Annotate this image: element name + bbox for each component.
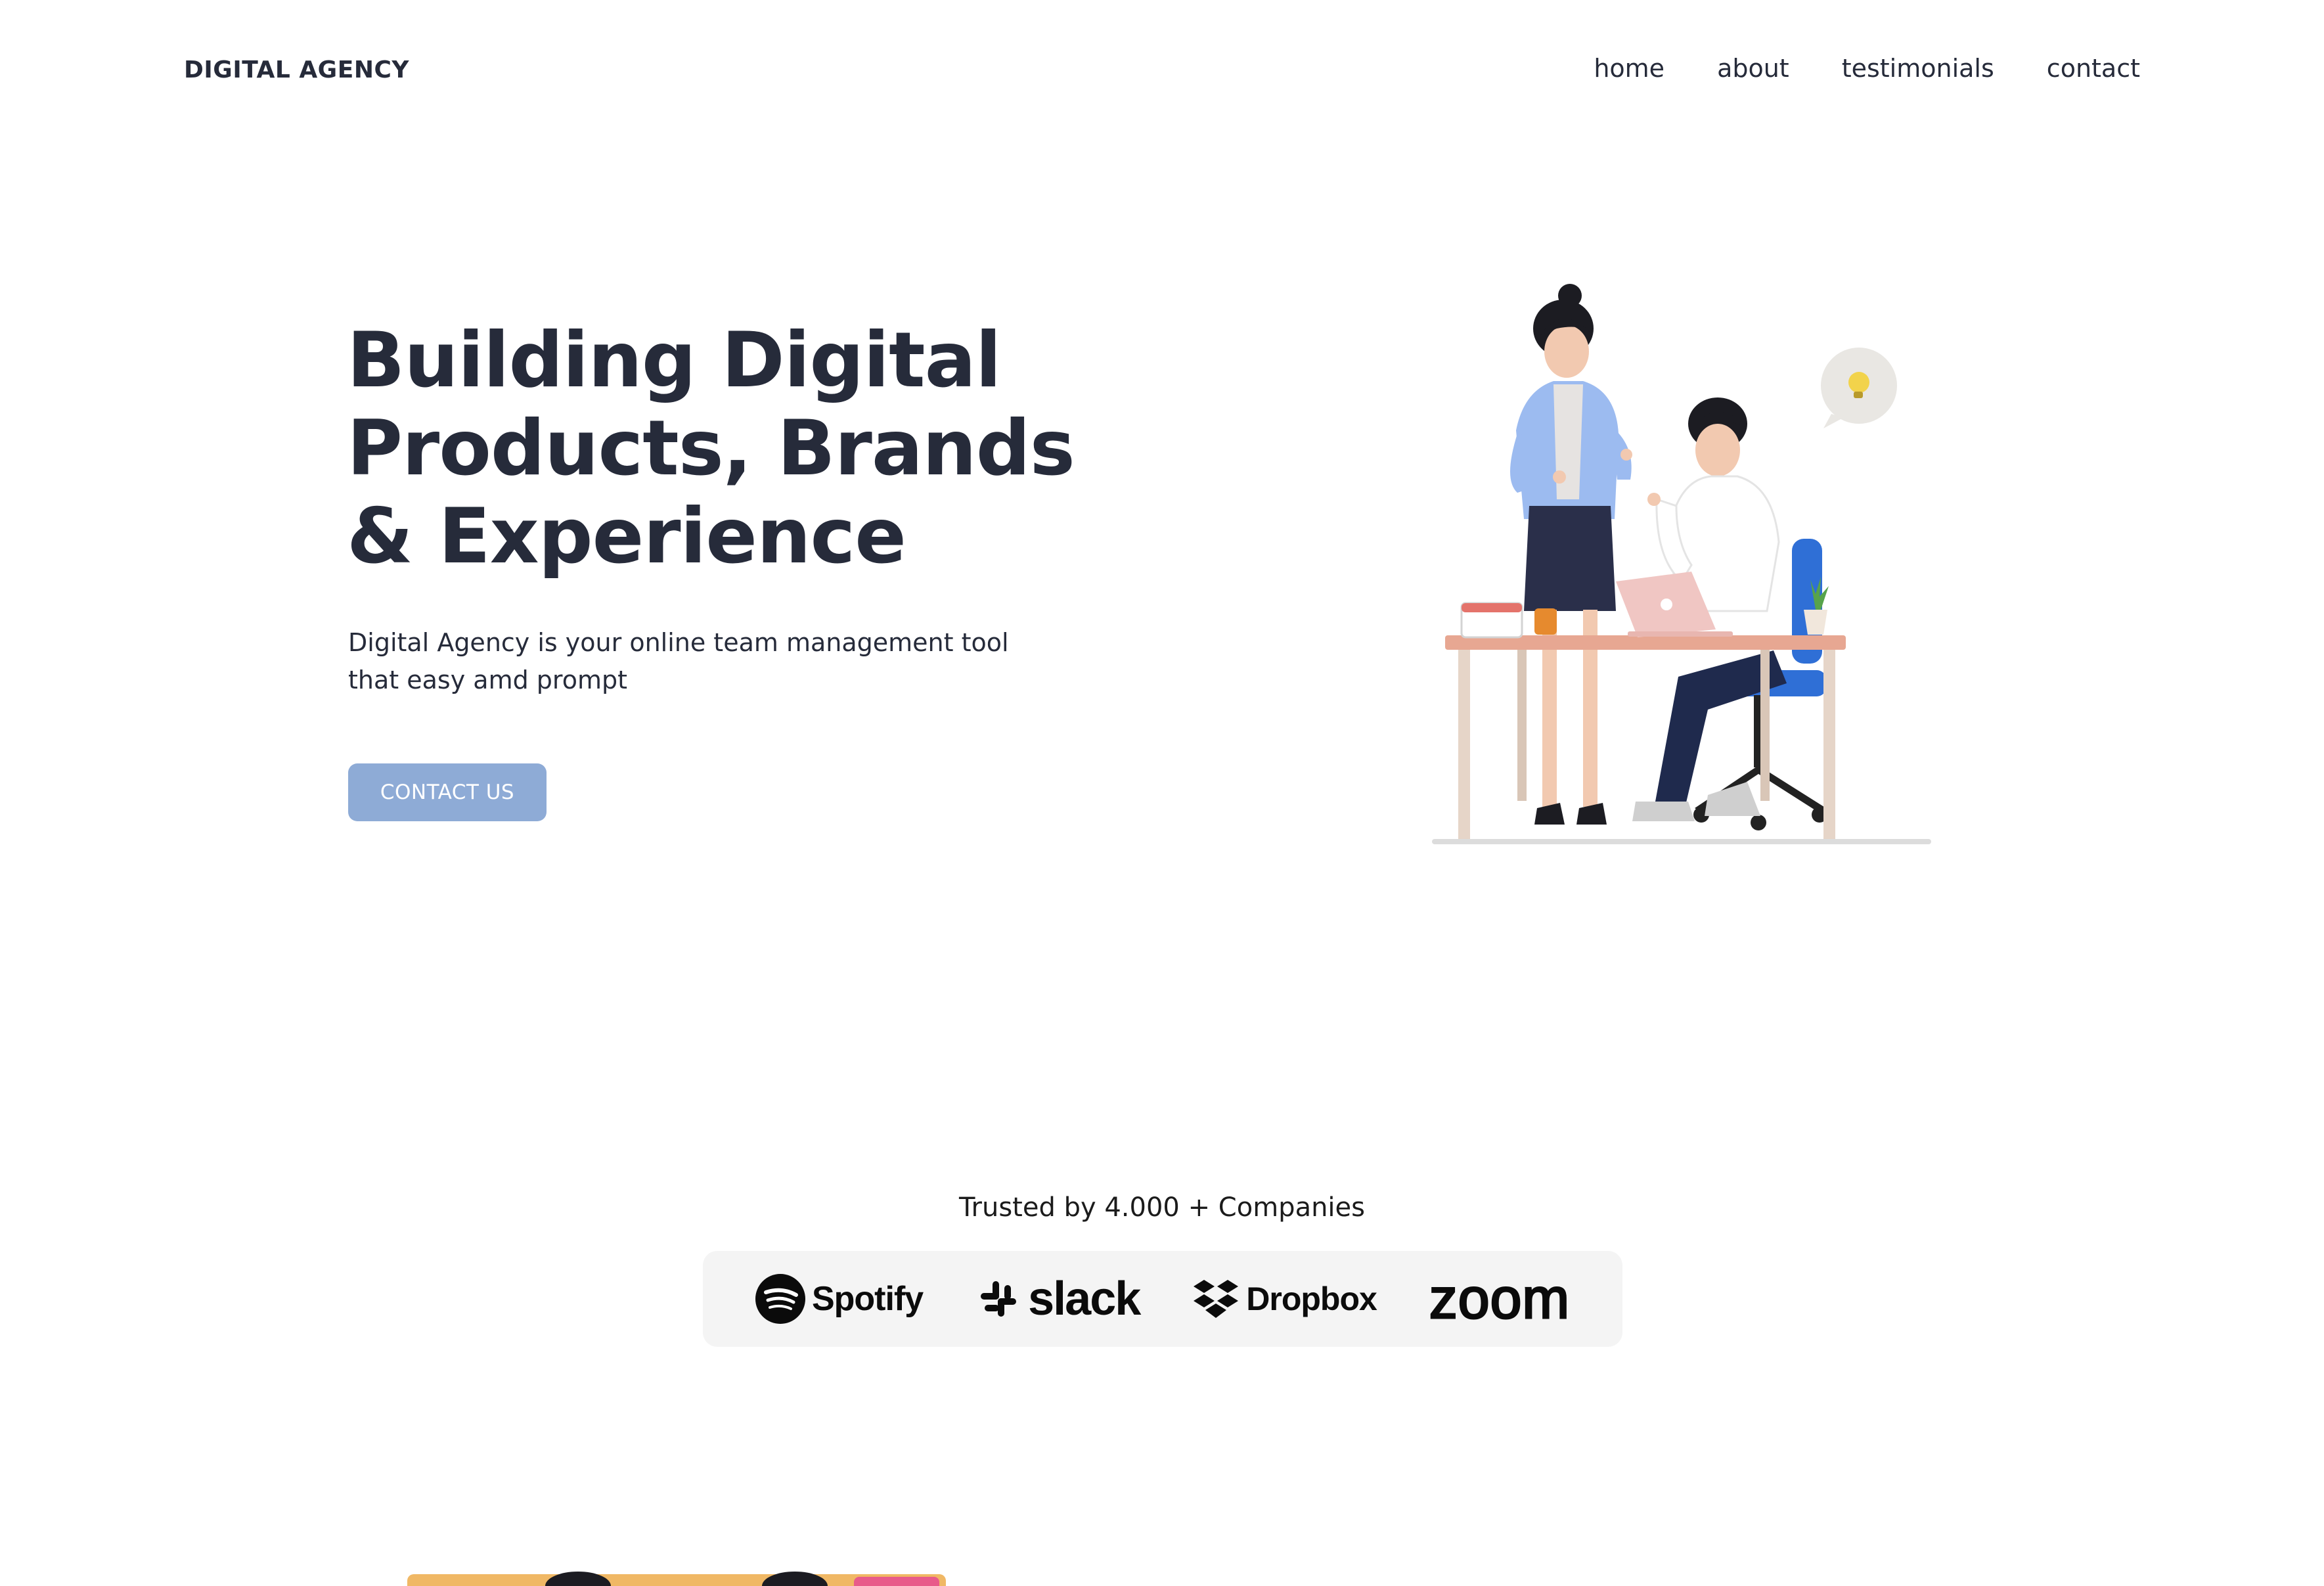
nav-testimonials[interactable]: testimonials xyxy=(1842,54,1994,83)
partner-logos: Spotify slack Dropbox zoom xyxy=(703,1251,1622,1347)
dropbox-wordmark: Dropbox xyxy=(1246,1280,1377,1317)
dropbox-icon xyxy=(1194,1280,1239,1318)
zoom-logo: zoom xyxy=(1428,1266,1571,1332)
next-section-illustration xyxy=(407,1572,946,1586)
zoom-wordmark: zoom xyxy=(1428,1266,1571,1331)
hero-subtitle-line: that easy amd prompt xyxy=(348,666,627,694)
trusted-by-text: Trusted by 4.000 + Companies xyxy=(958,1192,1365,1223)
contact-us-button[interactable]: CONTACT US xyxy=(348,763,547,821)
office-team-illustration xyxy=(1432,284,1931,844)
main-nav: home about testimonials contact xyxy=(1594,54,2140,83)
hero-title: Building Digital Products, Brands & Expe… xyxy=(347,317,1135,581)
hero-subtitle-line: Digital Agency is your online team manag… xyxy=(348,628,1009,657)
nav-about[interactable]: about xyxy=(1717,54,1789,83)
slack-wordmark: slack xyxy=(1028,1273,1141,1325)
spotify-logo: Spotify xyxy=(755,1274,924,1324)
slack-logo: slack xyxy=(975,1272,1141,1326)
nav-home[interactable]: home xyxy=(1594,54,1665,83)
brand-logo[interactable]: DIGITAL AGENCY xyxy=(184,57,409,83)
hero-title-line: & Experience xyxy=(347,492,906,581)
hero-subtitle: Digital Agency is your online team manag… xyxy=(348,624,1071,699)
spotify-wordmark: Spotify xyxy=(811,1280,924,1318)
spotify-icon xyxy=(755,1274,805,1324)
nav-contact[interactable]: contact xyxy=(2047,54,2140,83)
dropbox-logo: Dropbox xyxy=(1192,1277,1377,1321)
hero-title-line: Building Digital xyxy=(347,316,1002,405)
hero-title-line: Products, Brands xyxy=(347,404,1075,493)
slack-icon xyxy=(981,1281,1017,1317)
